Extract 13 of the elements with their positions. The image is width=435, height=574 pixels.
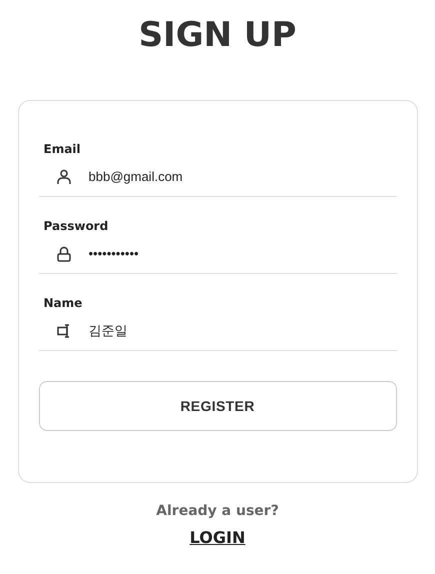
- page-title: SIGN UP: [138, 14, 296, 56]
- field-label: Password: [44, 218, 110, 234]
- register-button[interactable]: REGISTER: [38, 381, 396, 431]
- lock-icon: [56, 246, 70, 262]
- input-field[interactable]: •••••••••••: [38, 234, 396, 274]
- field-label: Email: [44, 141, 82, 157]
- person-icon: [56, 168, 70, 184]
- field-label: Name: [44, 295, 84, 311]
- input-field[interactable]: bbb@gmail.com: [38, 157, 396, 197]
- text-cursor-icon: [56, 324, 70, 338]
- input-field[interactable]: 김준일: [38, 311, 396, 351]
- login-link[interactable]: LOGIN: [190, 526, 246, 550]
- login-prompt: Already a user?: [156, 502, 279, 521]
